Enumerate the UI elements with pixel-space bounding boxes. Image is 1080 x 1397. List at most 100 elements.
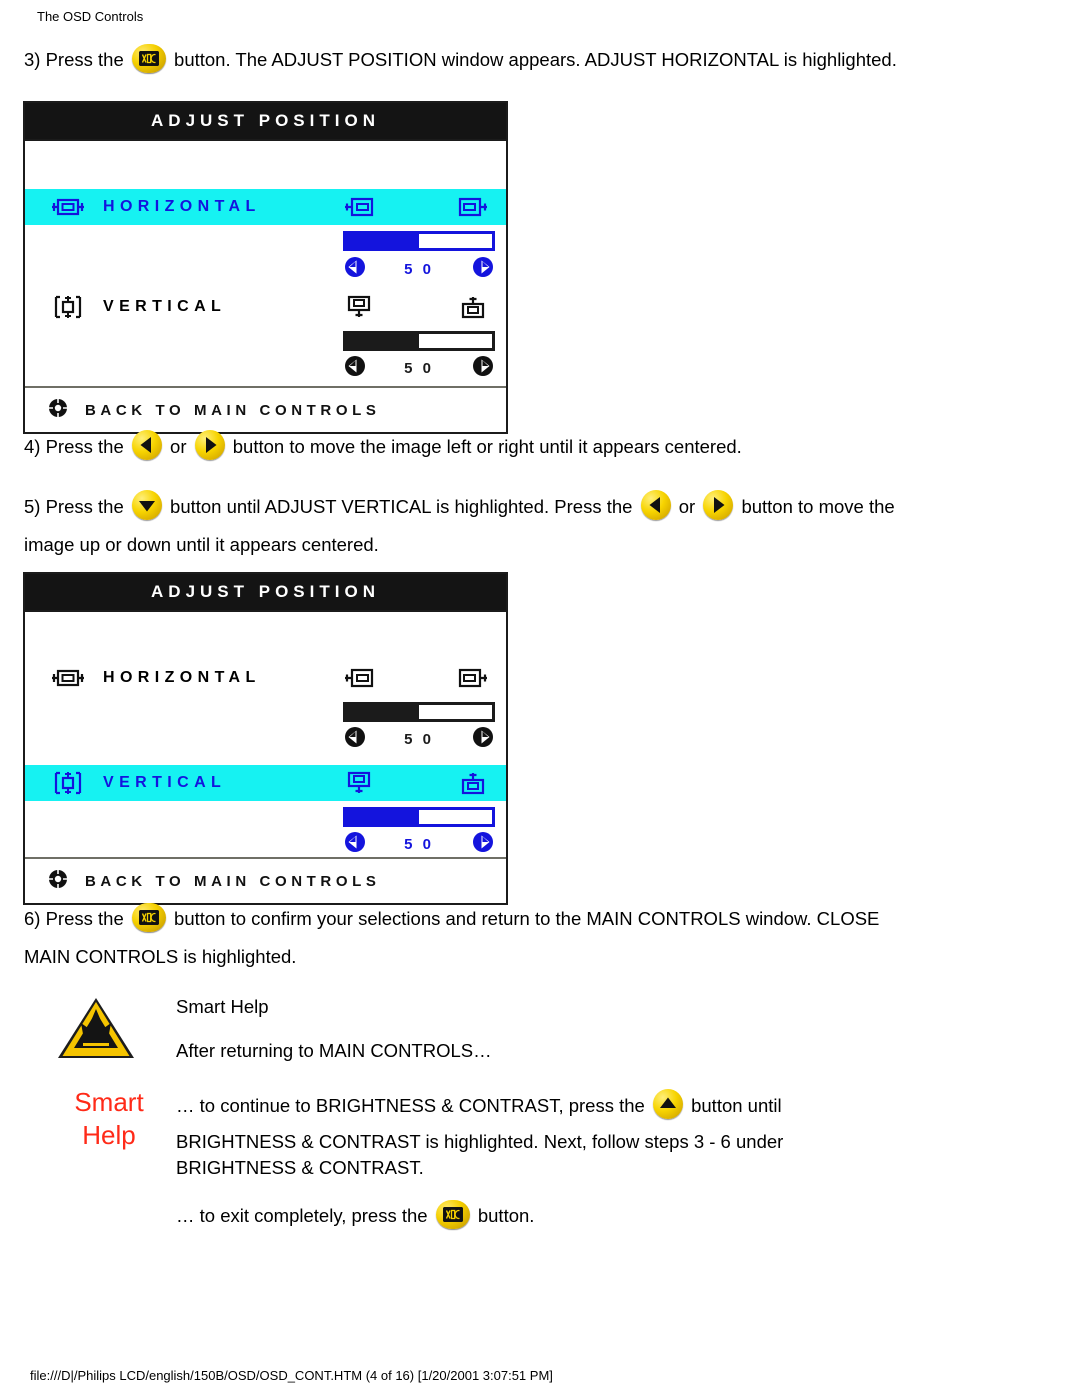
osd-value-vertical-1: 5 0 [404,359,434,377]
osd-slider-horizontal-1[interactable] [343,231,495,251]
increase-arrow-icon[interactable] [471,354,495,383]
osd-row-horizontal-2[interactable]: HORIZONTAL [25,660,506,696]
smart-help-continue-b: button until [691,1095,782,1116]
osd-value-row-vertical-1: 5 0 [343,355,495,381]
step-4-mid: or [170,436,187,457]
smart-help-exit-line: … to exit completely, press the button. [176,1200,534,1231]
decrease-arrow-icon[interactable] [343,830,367,859]
osd-row-horizontal-1[interactable]: HORIZONTAL [25,189,506,225]
osd-glyph [139,911,158,924]
up-arrow-button-icon[interactable] [652,1089,683,1119]
step-5-prefix: 5) Press the [24,496,124,517]
smart-help-after-returning: After returning to MAIN CONTROLS… [176,1040,492,1061]
smart-help-title: Smart Help [176,996,269,1017]
right-arrow-button-icon[interactable] [703,490,734,520]
horizontal-position-icon [47,667,89,689]
osd-slider-horizontal-2[interactable] [343,702,495,722]
step-6-part1: button to confirm your selections and re… [174,908,880,929]
osd-slider-vertical-1[interactable] [343,331,495,351]
osd-footer-label-2: BACK TO MAIN CONTROLS [85,872,381,890]
smart-help-continue-a: … to continue to BRIGHTNESS & CONTRAST, … [176,1095,645,1116]
right-arrow-button-icon[interactable] [194,430,225,460]
decrease-arrow-icon[interactable] [343,354,367,383]
step-3-text: 3) Press the button. The ADJUST POSITION… [24,44,897,75]
smart-help-badge: Smart Help [49,1086,169,1152]
osd-row-label: HORIZONTAL [103,198,261,215]
move-left-icon[interactable] [343,667,375,689]
increase-arrow-icon[interactable] [471,830,495,859]
osd-button-icon[interactable] [131,903,166,932]
decrease-arrow-icon[interactable] [343,725,367,754]
warning-triangle-icon [55,994,137,1069]
osd-footer-1[interactable]: BACK TO MAIN CONTROLS [25,388,506,432]
osd-value-horizontal-1: 5 0 [404,260,434,278]
back-icon [47,868,69,895]
move-right-icon[interactable] [457,196,489,218]
move-up-icon[interactable] [457,771,489,795]
osd-value-row-vertical-2: 5 0 [343,831,495,857]
osd-slider-vertical-2[interactable] [343,807,495,827]
step-3-suffix: button. The ADJUST POSITION window appea… [174,49,897,70]
osd-slider-fill [346,705,419,719]
increase-arrow-icon[interactable] [471,725,495,754]
osd-row-label: VERTICAL [103,298,227,315]
osd-title-1: ADJUST POSITION [25,103,506,141]
osd-value-row-horizontal-1: 5 0 [343,256,495,282]
osd-row-vertical-2[interactable]: VERTICAL [25,765,506,801]
smart-help-brightness-line-2: BRIGHTNESS & CONTRAST. [176,1157,424,1178]
osd-row-vertical-1[interactable]: VERTICAL [25,289,506,325]
osd-value-row-horizontal-2: 5 0 [343,726,495,752]
left-arrow-button-icon[interactable] [131,430,162,460]
step-4-text: 4) Press the or button to move the image… [24,430,742,462]
step-6-prefix: 6) Press the [24,908,124,929]
osd-slider-fill [346,234,419,248]
osd-value-vertical-2: 5 0 [404,835,434,853]
step-6-line2: MAIN CONTROLS is highlighted. [24,946,297,967]
osd-button-icon[interactable] [435,1200,470,1229]
vertical-position-icon [47,294,89,320]
step-5-part1: button until ADJUST VERTICAL is highligh… [170,496,633,517]
page-footer-path: file:///D|/Philips LCD/english/150B/OSD/… [30,1368,553,1383]
move-up-icon[interactable] [457,295,489,319]
step-6-text: 6) Press the button to confirm your sele… [24,903,879,972]
smart-help-badge-line2: Help [82,1120,136,1150]
osd-value-horizontal-2: 5 0 [404,730,434,748]
step-5-mid: or [678,496,696,517]
osd-window-adjust-position-2: ADJUST POSITION HORIZONTAL 5 0 VERTICAL … [23,572,508,905]
step-5-line2: image up or down until it appears center… [24,534,379,555]
move-right-icon[interactable] [457,667,489,689]
smart-help-exit-a: … to exit completely, press the [176,1205,428,1226]
back-icon [47,397,69,424]
osd-slider-fill [346,334,419,348]
smart-help-exit-b: button. [477,1205,535,1226]
step-5-text: 5) Press the button until ADJUST VERTICA… [24,490,895,560]
step-4-suffix: button to move the image left or right u… [232,436,742,457]
move-down-icon[interactable] [343,295,375,319]
osd-row-label: VERTICAL [103,774,227,791]
osd-window-adjust-position-1: ADJUST POSITION HORIZONTAL 5 0 VERTICAL … [23,101,508,434]
step-4-prefix: 4) Press the [24,436,124,457]
horizontal-position-icon [47,196,89,218]
step-3-prefix: 3) Press the [24,49,124,70]
step-5-part2: button to move the [741,496,895,517]
move-left-icon[interactable] [343,196,375,218]
increase-arrow-icon[interactable] [471,255,495,284]
move-down-icon[interactable] [343,771,375,795]
osd-glyph [139,52,158,65]
smart-help-badge-line1: Smart [74,1087,144,1117]
down-arrow-button-icon[interactable] [131,490,162,520]
osd-body-1: HORIZONTAL 5 0 VERTICAL 5 0 [25,141,506,388]
osd-row-label: HORIZONTAL [103,669,261,686]
osd-glyph [443,1208,462,1221]
osd-footer-label-1: BACK TO MAIN CONTROLS [85,401,381,419]
osd-slider-fill [346,810,419,824]
osd-button-icon[interactable] [131,44,166,73]
page-header: The OSD Controls [37,9,144,24]
decrease-arrow-icon[interactable] [343,255,367,284]
osd-body-2: HORIZONTAL 5 0 VERTICAL 5 0 [25,612,506,859]
left-arrow-button-icon[interactable] [640,490,671,520]
osd-title-2: ADJUST POSITION [25,574,506,612]
osd-footer-2[interactable]: BACK TO MAIN CONTROLS [25,859,506,903]
vertical-position-icon [47,770,89,796]
smart-help-continue-line: … to continue to BRIGHTNESS & CONTRAST, … [176,1089,782,1121]
